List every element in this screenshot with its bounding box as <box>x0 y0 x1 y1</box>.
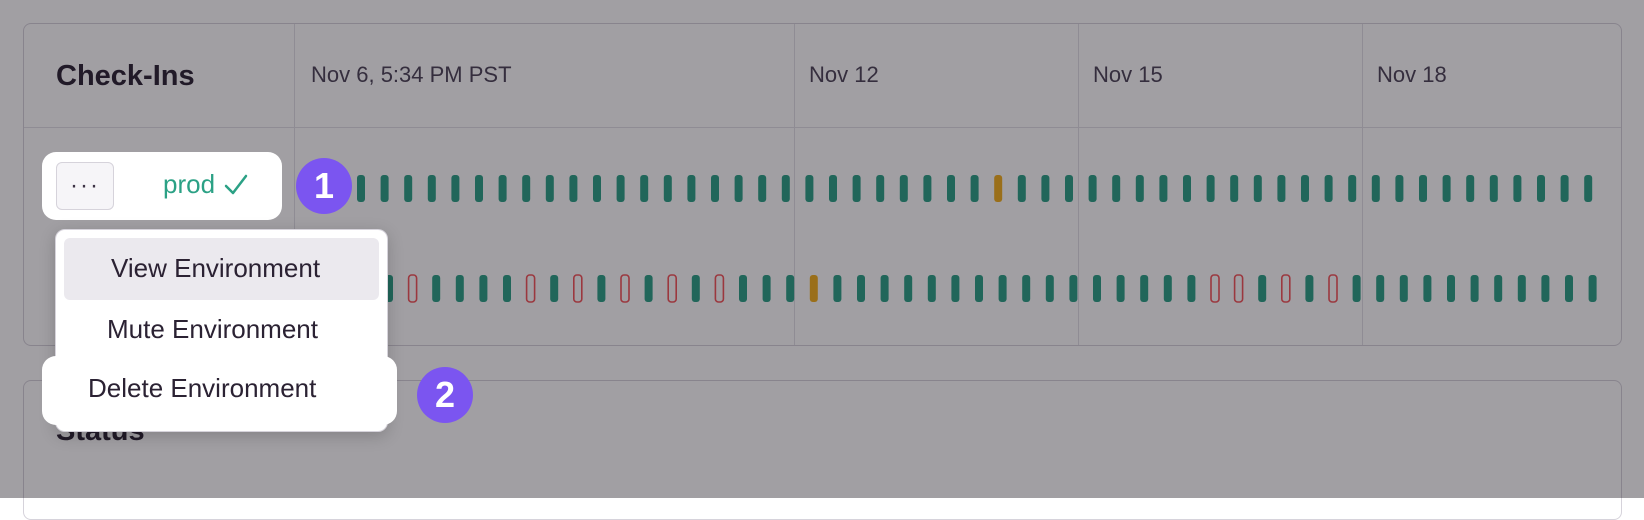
delete-environment-item[interactable]: Delete Environment <box>42 356 397 425</box>
timeline-label: Nov 18 <box>1377 62 1447 87</box>
timeline-gridline <box>1362 24 1363 345</box>
timeline-gridline <box>794 24 795 345</box>
header-divider <box>24 127 1621 128</box>
mute-environment-item[interactable]: Mute Environment <box>64 300 379 362</box>
timeline-label: Nov 12 <box>809 62 879 87</box>
more-options-button[interactable]: ··· <box>56 162 114 210</box>
environment-row: ··· prod <box>42 152 282 220</box>
step-badge-2: 2 <box>417 367 473 423</box>
checkins-title: Check-Ins <box>56 60 195 92</box>
environment-name: prod <box>163 169 216 199</box>
step-badge-1: 1 <box>296 158 352 214</box>
timeline-label: Nov 6, 5:34 PM PST <box>311 62 512 87</box>
view-environment-item[interactable]: View Environment <box>64 238 379 300</box>
timeline-gridline <box>1078 24 1079 345</box>
timeline-label: Nov 15 <box>1093 62 1163 87</box>
environment-label[interactable]: prod <box>163 169 249 200</box>
checkmark-icon <box>224 174 248 194</box>
